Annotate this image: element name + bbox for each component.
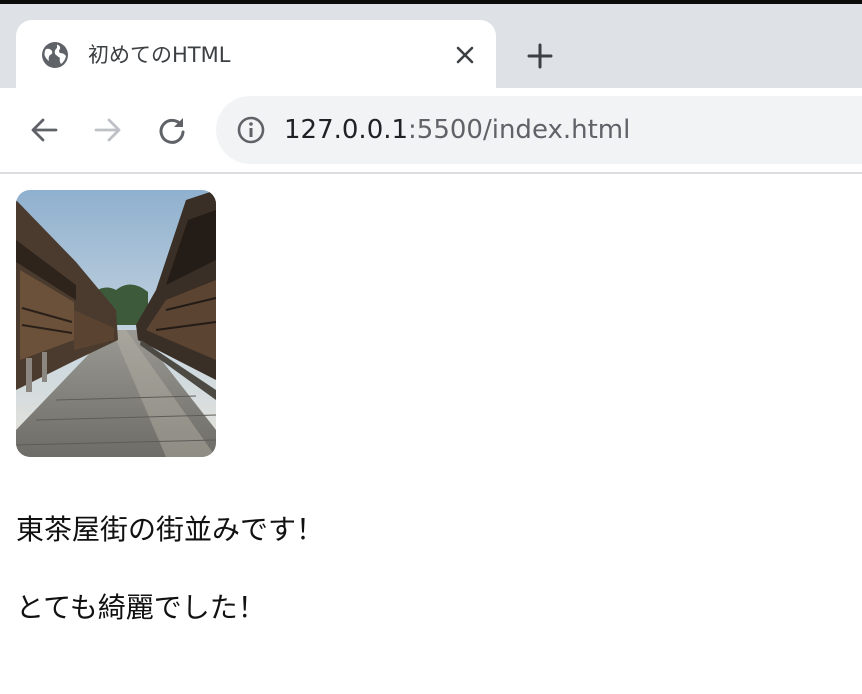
street-photo-image — [16, 190, 216, 457]
reload-button[interactable] — [152, 110, 192, 150]
new-tab-button[interactable] — [522, 38, 558, 74]
page-content: 東茶屋街の街並みです！ とても綺麗でした！ — [0, 174, 862, 694]
paragraph-1: 東茶屋街の街並みです！ — [16, 513, 325, 546]
plus-icon — [527, 43, 553, 69]
reload-icon — [159, 118, 185, 144]
url-text[interactable]: 127.0.0.1:5500/index.html — [284, 112, 630, 148]
back-arrow-icon — [31, 118, 58, 142]
globe-icon — [42, 42, 68, 68]
url-path: :5500/index.html — [408, 115, 631, 145]
tab-title: 初めてのHTML — [88, 43, 231, 67]
url-host: 127.0.0.1 — [284, 115, 409, 145]
info-icon[interactable] — [236, 115, 266, 145]
forward-button[interactable] — [88, 110, 128, 150]
browser-toolbar: 127.0.0.1:5500/index.html — [0, 88, 862, 174]
address-bar[interactable]: 127.0.0.1:5500/index.html — [216, 96, 862, 164]
back-button[interactable] — [24, 110, 64, 150]
close-icon[interactable] — [450, 40, 480, 70]
paragraph-2: とても綺麗でした！ — [16, 591, 266, 624]
forward-arrow-icon — [94, 118, 121, 142]
tab-strip: 初めてのHTML — [0, 4, 862, 88]
active-tab[interactable]: 初めてのHTML — [16, 20, 496, 88]
